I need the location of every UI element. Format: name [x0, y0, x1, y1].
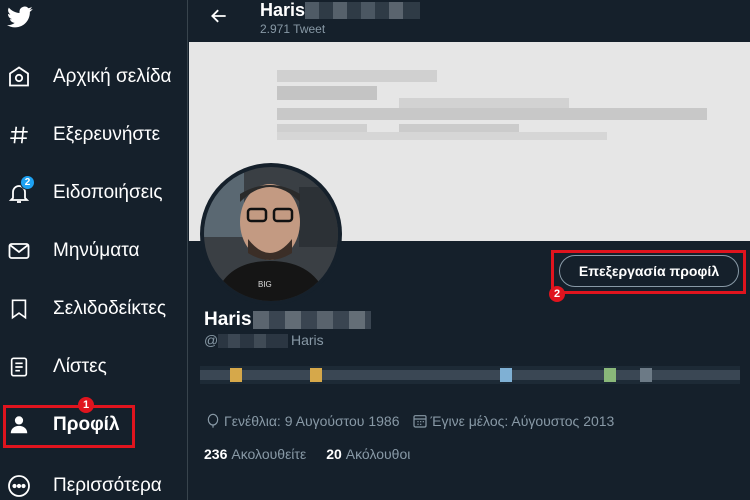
blurred-surname [305, 2, 420, 19]
more-icon [6, 473, 32, 499]
followers-label[interactable]: Ακόλουθοι [346, 446, 411, 462]
sidebar-item-label: Αρχική σελίδα [53, 66, 172, 87]
following-count[interactable]: 236 [204, 446, 227, 462]
following-label[interactable]: Ακολουθείτε [231, 446, 306, 462]
sidebar-item-label: Εξερευνήστε [53, 124, 161, 145]
avatar-shirt-text: BIG [258, 280, 272, 289]
blurred-handle [218, 334, 288, 348]
balloon-icon [207, 413, 219, 428]
sidebar-item-home[interactable]: Αρχική σελίδα [0, 54, 188, 100]
back-arrow-icon[interactable] [209, 6, 229, 26]
handle-suffix: Haris [291, 332, 324, 348]
twitter-logo-icon[interactable] [6, 4, 34, 30]
sidebar-item-lists[interactable]: Λίστες [0, 344, 188, 390]
profile-meta: Γενέθλια: 9 Αυγούστου 1986 Έγινε μέλος: … [205, 413, 614, 429]
sidebar-item-label: Περισσότερα [53, 475, 162, 496]
notification-badge: 2 [20, 175, 35, 190]
avatar[interactable]: BIG [200, 163, 342, 305]
calendar-icon [412, 415, 427, 428]
header-name: Haris [260, 0, 306, 20]
avatar-image: BIG [204, 167, 338, 301]
annotation-marker-2: 2 [549, 286, 565, 302]
sidebar-item-messages[interactable]: Μηνύματα [0, 228, 188, 274]
joined-text: Έγινε μέλος: Αύγουστος 2013 [430, 413, 615, 429]
avatar-photo: BIG [204, 167, 338, 301]
annotation-marker-1: 1 [78, 397, 94, 413]
followers-count[interactable]: 20 [326, 446, 342, 462]
list-icon [6, 354, 32, 380]
profile-header: Haris 2.971 Tweet [189, 0, 750, 42]
home-icon [6, 64, 32, 90]
sidebar-item-label: Σελιδοδείκτες [53, 298, 166, 319]
birthday-text: Γενέθλια: 9 Αυγούστου 1986 [224, 413, 400, 429]
profile-name: Haris [204, 309, 252, 330]
sidebar-item-label: Λίστες [53, 356, 107, 377]
tweet-count: 2.971 Tweet [260, 22, 326, 36]
sidebar-item-explore[interactable]: Εξερευνήστε [0, 112, 188, 158]
hashtag-icon [6, 122, 32, 148]
follow-stats: 236 Ακολουθείτε 20 Ακόλουθοι [204, 446, 430, 462]
bookmark-icon [6, 296, 32, 322]
sidebar-item-label: Μηνύματα [53, 240, 140, 261]
mail-icon [6, 238, 32, 264]
annotation-box-edit-profile [551, 250, 746, 294]
sidebar-item-label: Ειδοποιήσεις [53, 182, 163, 203]
annotation-box-profile [3, 405, 135, 448]
sidebar-item-more[interactable]: Περισσότερα [0, 463, 188, 500]
handle-prefix: @ [204, 332, 219, 348]
sidebar-item-bookmarks[interactable]: Σελιδοδείκτες [0, 286, 188, 332]
blurred-bio [200, 366, 740, 384]
blurred-profile-surname [253, 311, 371, 329]
